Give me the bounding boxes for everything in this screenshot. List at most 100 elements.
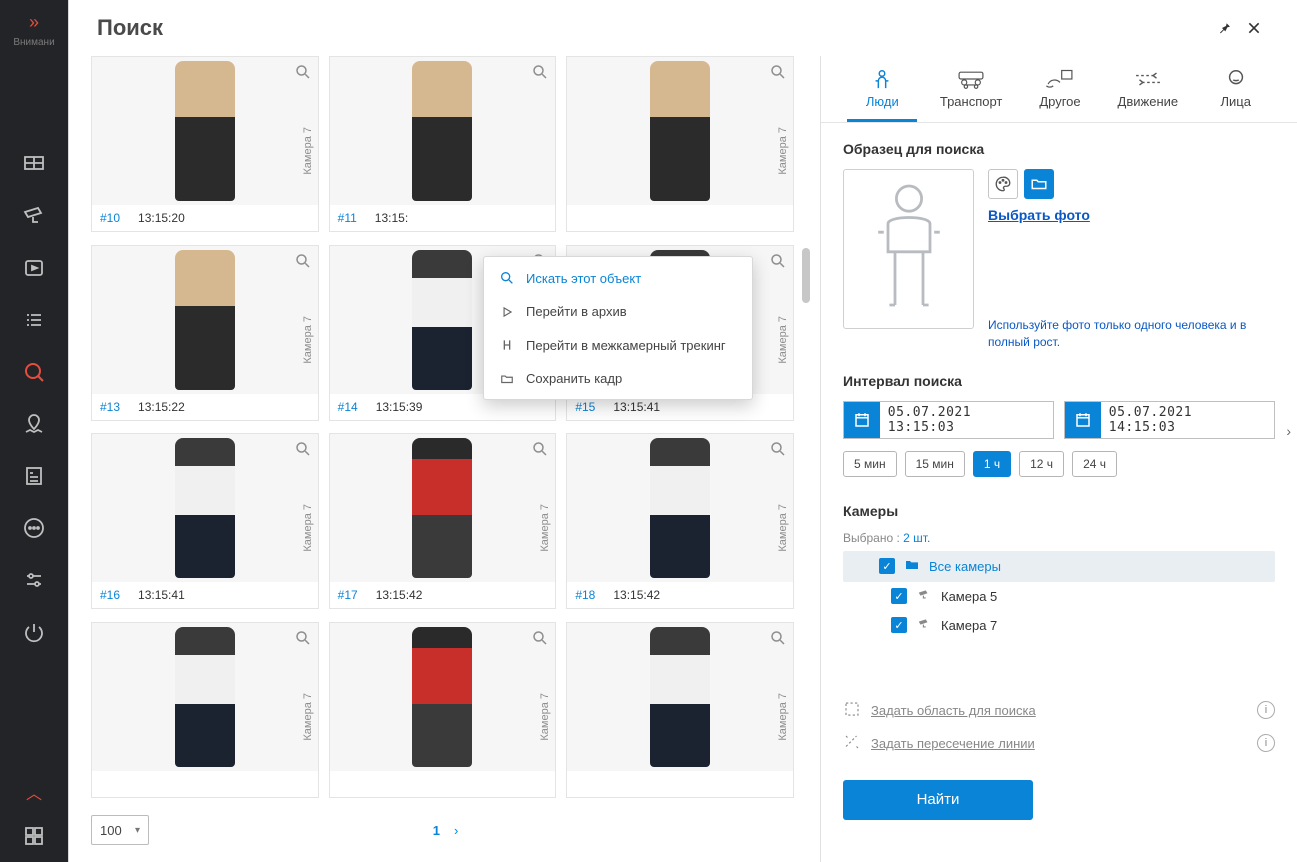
magnify-icon[interactable] <box>769 63 787 86</box>
magnify-icon[interactable] <box>531 440 549 463</box>
datetime-from[interactable]: 05.07.2021 13:15:03 <box>843 401 1054 439</box>
datetime-to[interactable]: 05.07.2021 14:15:03 <box>1064 401 1275 439</box>
result-card[interactable]: Камера 7 <box>91 622 319 798</box>
interval-preset[interactable]: 12 ч <box>1019 451 1064 477</box>
result-timestamp: 13:15:42 <box>613 588 660 602</box>
folder-open-button[interactable] <box>1024 169 1054 199</box>
checkbox-checked-icon[interactable]: ✓ <box>891 617 907 633</box>
magnify-icon[interactable] <box>294 629 312 652</box>
set-line-action[interactable]: Задать пересечение линии i <box>843 733 1275 754</box>
tab-label: Движение <box>1118 94 1179 109</box>
camera-label: Камера 7 <box>302 693 314 741</box>
checkbox-checked-icon[interactable]: ✓ <box>891 588 907 604</box>
tab-Лица[interactable]: Лица <box>1201 64 1271 122</box>
sidebar-collapse-up-icon[interactable]: ︿ <box>0 774 68 810</box>
result-card[interactable]: #11 13:15: <box>329 56 557 232</box>
context-menu-item[interactable]: Перейти в межкамерный трекинг <box>484 328 752 362</box>
tab-label: Транспорт <box>940 94 1003 109</box>
camera-tree: ✓ Все камеры ✓ Камера 5✓ Камера 7 <box>843 551 1275 640</box>
result-index[interactable]: #17 <box>338 588 358 602</box>
magnify-icon[interactable] <box>769 252 787 275</box>
pin-button[interactable] <box>1209 13 1239 43</box>
info-icon[interactable]: i <box>1257 701 1275 719</box>
nav-sliders[interactable] <box>0 554 68 606</box>
nav-cameras[interactable] <box>0 190 68 242</box>
close-button[interactable] <box>1239 13 1269 43</box>
datetime-to-value: 05.07.2021 14:15:03 <box>1101 405 1274 435</box>
result-card[interactable]: Камера 7 <box>329 622 557 798</box>
result-card[interactable]: Камера 7 <box>566 56 794 232</box>
magnify-icon[interactable] <box>294 440 312 463</box>
nav-archive[interactable] <box>0 242 68 294</box>
nav-grid[interactable] <box>0 810 68 862</box>
checkbox-checked-icon[interactable]: ✓ <box>879 558 895 574</box>
camera-label: Камера 7 <box>302 316 314 364</box>
result-card[interactable]: Камера 7 #10 13:15:20 <box>91 56 319 232</box>
result-index[interactable]: #18 <box>575 588 595 602</box>
result-timestamp: 13:15:20 <box>138 211 185 225</box>
magnify-icon[interactable] <box>769 440 787 463</box>
set-area-label: Задать область для поиска <box>871 703 1036 718</box>
result-card[interactable]: Камера 7 #18 13:15:42 <box>566 433 794 609</box>
result-card[interactable]: Камера 7 <box>566 622 794 798</box>
folder-icon <box>498 372 516 386</box>
result-card[interactable]: Камера 7 #17 13:15:42 <box>329 433 557 609</box>
track-icon <box>498 337 516 353</box>
camera-label: Камера 7 <box>777 693 789 741</box>
magnify-icon[interactable] <box>294 252 312 275</box>
camera-tree-root[interactable]: ✓ Все камеры <box>843 551 1275 582</box>
palette-button[interactable] <box>988 169 1018 199</box>
context-menu-item[interactable]: Перейти в архив <box>484 295 752 328</box>
interval-preset[interactable]: 5 мин <box>843 451 897 477</box>
results-grid: Камера 7 #10 13:15:20 #11 13:15: Камера … <box>91 56 800 800</box>
folder-icon <box>903 557 921 576</box>
result-index[interactable]: #11 <box>338 211 357 225</box>
context-menu-item[interactable]: Искать этот объект <box>484 261 752 295</box>
panel-collapse-icon[interactable]: › <box>1286 423 1291 439</box>
context-menu-item[interactable]: Сохранить кадр <box>484 362 752 395</box>
result-card[interactable]: Камера 7 #13 13:15:22 <box>91 245 319 421</box>
find-button[interactable]: Найти <box>843 780 1033 820</box>
tab-Другое[interactable]: Другое <box>1025 64 1095 122</box>
camera-label: Камера 7 <box>777 504 789 552</box>
nav-power[interactable] <box>0 606 68 658</box>
nav-layouts[interactable] <box>0 138 68 190</box>
nav-reports[interactable] <box>0 450 68 502</box>
result-index[interactable]: #14 <box>338 400 358 414</box>
scrollbar[interactable] <box>800 148 810 668</box>
interval-preset[interactable]: 24 ч <box>1072 451 1117 477</box>
nav-search[interactable] <box>0 346 68 398</box>
nav-list[interactable] <box>0 294 68 346</box>
result-index[interactable]: #13 <box>100 400 120 414</box>
page-size-select[interactable]: 100 ▾ <box>91 815 149 845</box>
page-next-icon[interactable]: › <box>454 823 458 838</box>
tab-Транспорт[interactable]: Транспорт <box>934 64 1009 122</box>
result-timestamp: 13:15:41 <box>613 400 660 414</box>
results-pane: Камера 7 #10 13:15:20 #11 13:15: Камера … <box>69 56 820 862</box>
camera-tree-item[interactable]: ✓ Камера 5 <box>843 582 1275 611</box>
nav-map[interactable] <box>0 398 68 450</box>
result-card[interactable]: Камера 7 #16 13:15:41 <box>91 433 319 609</box>
interval-preset[interactable]: 15 мин <box>905 451 965 477</box>
result-index[interactable]: #16 <box>100 588 120 602</box>
app-sidebar: » Внимани ︿ <box>0 0 68 862</box>
set-area-action[interactable]: Задать область для поиска i <box>843 700 1275 721</box>
magnify-icon[interactable] <box>531 629 549 652</box>
info-icon[interactable]: i <box>1257 734 1275 752</box>
magnify-icon[interactable] <box>294 63 312 86</box>
tab-Движение[interactable]: Движение <box>1112 64 1185 122</box>
play-icon <box>498 305 516 319</box>
choose-photo-link[interactable]: Выбрать фото <box>988 207 1275 223</box>
magnify-icon[interactable] <box>531 63 549 86</box>
tab-Люди[interactable]: Люди <box>847 64 917 122</box>
interval-preset[interactable]: 1 ч <box>973 451 1011 477</box>
sample-placeholder[interactable] <box>843 169 974 329</box>
expand-sidebar-icon[interactable]: » <box>29 6 39 39</box>
result-index[interactable]: #15 <box>575 400 595 414</box>
interval-presets: 5 мин 15 мин 1 ч 12 ч 24 ч <box>843 451 1275 477</box>
nav-more[interactable] <box>0 502 68 554</box>
page-current[interactable]: 1 <box>433 823 440 838</box>
camera-tree-item[interactable]: ✓ Камера 7 <box>843 611 1275 640</box>
result-index[interactable]: #10 <box>100 211 120 225</box>
magnify-icon[interactable] <box>769 629 787 652</box>
